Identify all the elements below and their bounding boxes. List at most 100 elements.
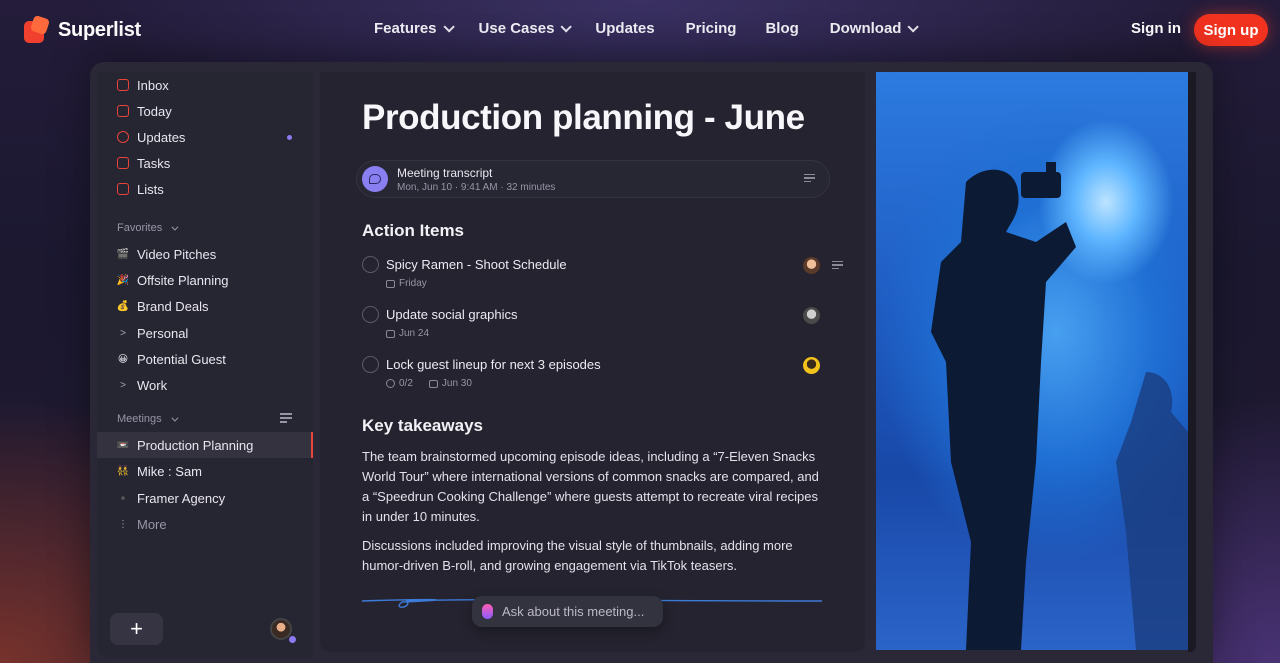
money-bag-icon: 💰 [116,300,130,312]
chevron-down-icon [171,223,179,231]
task-checkbox[interactable] [362,256,379,273]
sidebar-item-label: Inbox [137,77,169,93]
new-meeting-list-icon[interactable] [280,413,292,423]
assignee-avatar[interactable] [803,257,820,274]
sidebar-item-production-planning[interactable]: 📼 Production Planning [97,432,313,458]
list-icon [117,183,129,195]
sidebar-item-inbox[interactable]: Inbox [97,72,313,98]
chevron-down-icon [907,20,920,33]
tape-icon: 📼 [116,439,130,451]
task-title[interactable]: Spicy Ramen - Shoot Schedule [386,257,567,272]
sidebar-item-label: Framer Agency [137,490,226,506]
sidebar-item-brand-deals[interactable]: 💰 Brand Deals [97,293,313,319]
menu-lines-icon[interactable] [804,174,815,184]
sidebar-item-updates[interactable]: Updates [97,124,313,150]
sidebar-item-label: Work [137,377,168,393]
key-takeaways-heading: Key takeaways [362,416,483,435]
task-title[interactable]: Update social graphics [386,307,518,322]
sidebar-item-label: Brand Deals [137,298,209,314]
transcript-meta: Mon, Jun 10 · 9:41 AM · 32 minutes [397,182,556,193]
transcript-title: Meeting transcript [397,166,493,180]
chevron-right-icon: > [120,379,126,391]
task-meta: 0/2 Jun 30 [386,378,472,389]
brand-logo[interactable]: Superlist [24,14,141,43]
calendar-icon [428,379,438,388]
task-date: Friday [386,278,427,289]
ask-placeholder: Ask about this meeting... [502,604,645,619]
nav-links: Features Use Cases Updates Pricing Blog … [374,20,920,37]
nav-use-cases[interactable]: Use Cases [479,20,573,37]
meeting-transcript-card[interactable]: Meeting transcript Mon, Jun 10 · 9:41 AM… [356,160,830,198]
sidebar-item-label: Video Pitches [137,246,217,262]
sidebar-item-framer-agency[interactable]: ⚫ Framer Agency [97,485,313,511]
smiley-icon: 😀 [117,353,129,365]
chevron-down-icon [171,414,179,422]
nav-blog[interactable]: Blog [765,20,798,37]
takeaway-paragraph: The team brainstormed upcoming episode i… [362,449,819,524]
checkbox-icon [117,157,129,169]
task-title[interactable]: Lock guest lineup for next 3 episodes [386,357,601,372]
brand-name: Superlist [58,18,141,41]
assignee-avatar[interactable] [803,307,820,324]
film-icon: 🎬 [116,248,130,260]
chevron-down-icon [560,20,573,33]
sidebar: Inbox Today Updates Tasks Lists Favorite… [97,72,313,658]
inbox-icon [117,79,129,91]
sidebar-item-label: Mike : Sam [137,463,203,479]
sign-up-button[interactable]: Sign up [1194,14,1268,46]
nav-download[interactable]: Download [830,20,920,37]
sidebar-item-label: Updates [137,129,186,145]
sidebar-item-label: Offsite Planning [137,272,229,288]
subtask-progress-icon [386,379,395,388]
takeaway-paragraph: Discussions included improving the visua… [362,538,793,573]
ask-meeting-input[interactable]: Ask about this meeting... [472,596,663,627]
superlist-logo-icon [24,14,51,43]
avatar-status-badge [288,635,297,644]
chevron-down-icon [442,20,455,33]
calendar-icon [386,329,395,338]
sign-in-link[interactable]: Sign in [1131,20,1181,37]
sidebar-item-offsite-planning[interactable]: 🎉 Offsite Planning [97,267,313,293]
sidebar-item-label: Lists [137,181,164,197]
sidebar-item-today[interactable]: Today [97,98,313,124]
sidebar-item-label: Today [137,103,172,119]
task-checkbox[interactable] [362,306,379,323]
nav-features[interactable]: Features [374,20,455,37]
sidebar-item-label: More [137,516,167,532]
page-title: Production planning - June [362,98,805,137]
nav-pricing[interactable]: Pricing [686,20,737,37]
top-nav: Superlist Features Use Cases Updates Pri… [0,0,1280,60]
sidebar-item-label: Potential Guest [137,351,226,367]
calendar-icon [117,105,129,117]
notes-icon[interactable] [832,261,843,271]
action-items-heading: Action Items [362,221,465,240]
add-button[interactable]: + [110,613,163,645]
sidebar-item-lists[interactable]: Lists [97,176,313,202]
chevron-right-icon: > [120,327,126,339]
sidebar-item-label: Personal [137,325,189,341]
window-edge [1188,72,1196,652]
calendar-icon [386,279,395,288]
assignee-avatar[interactable] [803,357,820,374]
sidebar-item-label: Production Planning [137,437,254,453]
sidebar-item-tasks[interactable]: Tasks [97,150,313,176]
sidebar-item-potential-guest[interactable]: 😀 Potential Guest [97,346,313,372]
sidebar-item-more[interactable]: ⋮ More [97,511,313,537]
sidebar-item-mike-sam[interactable]: 👯 Mike : Sam [97,458,313,484]
unread-dot-badge [287,135,292,140]
favorites-section-toggle[interactable]: Favorites [117,222,179,234]
task-checkbox[interactable] [362,356,379,373]
sidebar-item-label: Tasks [137,155,171,171]
meetings-section-toggle[interactable]: Meetings [117,413,179,425]
circle-icon: ⚫ [119,493,127,503]
sidebar-item-video-pitches[interactable]: 🎬 Video Pitches [97,241,313,267]
silhouette-image [931,162,1076,650]
camera-operator-photo [876,72,1188,650]
sidebar-item-work[interactable]: > Work [97,372,313,398]
people-icon: 👯 [116,465,130,477]
bell-icon [117,131,129,143]
nav-updates[interactable]: Updates [595,20,654,37]
more-vertical-icon: ⋮ [118,518,128,530]
sidebar-item-personal[interactable]: > Personal [97,320,313,346]
party-icon: 🎉 [116,274,130,286]
